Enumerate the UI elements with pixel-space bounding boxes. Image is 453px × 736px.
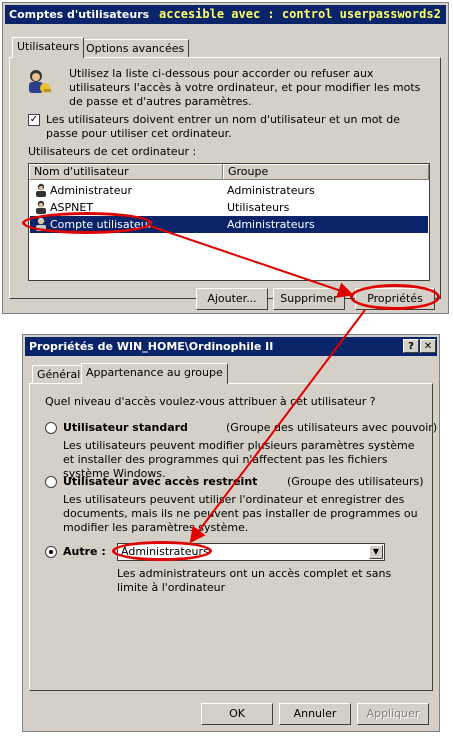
tab-group-membership[interactable]: Appartenance au groupe xyxy=(81,363,228,384)
tab-utilisateurs-label: Utilisateurs xyxy=(17,40,80,53)
tab-utilisateurs[interactable]: Utilisateurs xyxy=(12,37,85,58)
tab-group-membership-label: Appartenance au groupe xyxy=(86,366,223,379)
arrow-to-properties xyxy=(149,225,354,298)
arrow-to-admin-group xyxy=(189,309,366,544)
